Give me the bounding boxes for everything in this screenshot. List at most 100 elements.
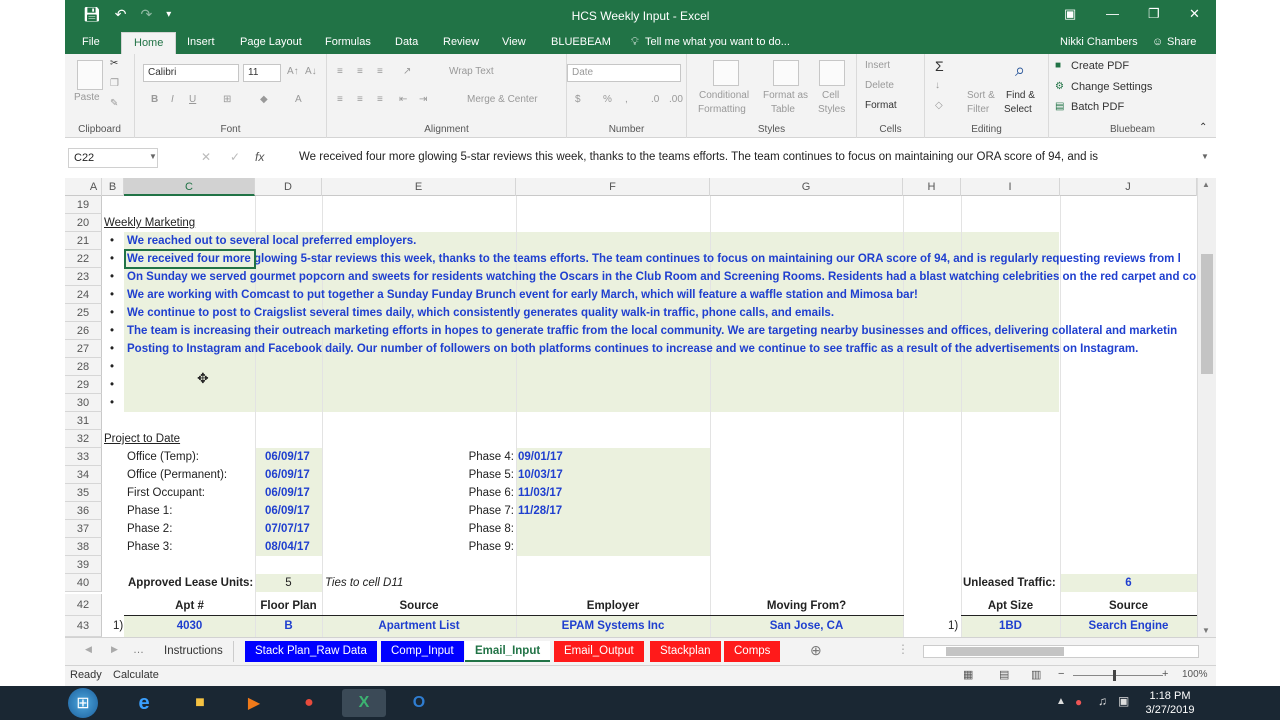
user-name[interactable]: Nikki Chambers [1060, 36, 1138, 48]
share-button[interactable]: Share [1167, 36, 1196, 48]
increase-indent-icon[interactable]: ⇥ [419, 94, 427, 105]
header-moving-from[interactable]: Moving From? [710, 597, 903, 615]
zoom-slider[interactable] [1073, 675, 1163, 676]
merge-center-button[interactable]: Merge & Center [467, 94, 538, 105]
cancel-icon[interactable]: ✕ [201, 150, 211, 164]
marketing-item[interactable]: We are working with Comcast to put toget… [127, 286, 918, 304]
row-header-28[interactable]: 28 [65, 358, 102, 376]
clock[interactable]: 1:18 PM 3/27/2019 [1140, 689, 1200, 717]
project-date[interactable]: 06/09/17 [265, 448, 310, 466]
project-date[interactable]: 08/04/17 [265, 538, 310, 556]
row-number-2[interactable]: 1) [948, 617, 958, 635]
marketing-item[interactable]: Posting to Instagram and Facebook daily.… [127, 340, 1138, 358]
phase-date[interactable]: 11/03/17 [518, 484, 562, 502]
cell-source-2[interactable]: Search Engine [1060, 617, 1197, 635]
zoom-out-icon[interactable]: − [1058, 668, 1064, 680]
phase-date[interactable]: 09/01/17 [518, 448, 563, 466]
row-header-21[interactable]: 21 [65, 232, 102, 250]
filter-label[interactable]: Filter [967, 104, 989, 115]
chrome-icon[interactable]: ● [287, 689, 331, 717]
cut-icon[interactable]: ✂ [110, 58, 118, 69]
increase-decimal-icon[interactable]: .0 [651, 94, 659, 105]
volume-icon[interactable]: ♫ [1098, 694, 1107, 708]
row-header-26[interactable]: 26 [65, 322, 102, 340]
clear-icon[interactable]: ◇ [935, 100, 943, 111]
project-label[interactable]: Phase 2: [127, 520, 172, 538]
row-header-40[interactable]: 40 [65, 574, 102, 592]
borders-icon[interactable]: ⊞ [223, 94, 231, 105]
zoom-level[interactable]: 100% [1182, 669, 1208, 680]
font-name-select[interactable]: Calibri [143, 64, 239, 82]
align-left-icon[interactable]: ≡ [337, 94, 343, 105]
decrease-decimal-icon[interactable]: .00 [669, 94, 683, 105]
sheet-tab-comp-input[interactable]: Comp_Input [381, 641, 464, 662]
tray-icon[interactable]: ● [1075, 695, 1082, 709]
align-bottom-icon[interactable]: ≡ [377, 66, 383, 77]
sheet-tab-email-output[interactable]: Email_Output [554, 641, 644, 662]
column-header-g[interactable]: G [710, 178, 903, 196]
media-player-icon[interactable]: ▶ [232, 689, 276, 717]
row-header-33[interactable]: 33 [65, 448, 102, 466]
column-header-e[interactable]: E [322, 178, 516, 196]
cell-floor-plan[interactable]: B [255, 617, 322, 635]
change-settings-button[interactable]: Change Settings [1071, 81, 1152, 93]
row-header-23[interactable]: 23 [65, 268, 102, 286]
cell-label[interactable]: Cell [822, 90, 839, 101]
find-label[interactable]: Find & [1006, 90, 1035, 101]
prev-sheet-icon[interactable]: ◀ [85, 644, 92, 655]
internet-explorer-icon[interactable]: e [122, 689, 166, 717]
grow-font-icon[interactable]: A↑ [287, 66, 299, 77]
name-box-dropdown-icon[interactable]: ▼ [149, 152, 157, 161]
tab-split-icon[interactable]: ⋮ [897, 642, 909, 656]
tab-bluebeam[interactable]: BLUEBEAM [551, 36, 611, 48]
number-format-select[interactable]: Date [567, 64, 681, 82]
row-header-35[interactable]: 35 [65, 484, 102, 502]
file-explorer-icon[interactable]: ■ [178, 689, 222, 717]
more-sheets-icon[interactable]: … [133, 644, 144, 656]
shrink-font-icon[interactable]: A↓ [305, 66, 317, 77]
italic-icon[interactable]: I [171, 94, 174, 105]
align-right-icon[interactable]: ≡ [377, 94, 383, 105]
cell-apt-size[interactable]: 1BD [961, 617, 1060, 635]
row-header-42[interactable]: 42 [65, 594, 102, 616]
add-sheet-icon[interactable]: ⊕ [810, 642, 822, 659]
project-label[interactable]: Phase 1: [127, 502, 172, 520]
tab-data[interactable]: Data [395, 36, 418, 48]
cell-styles-icon[interactable] [819, 60, 845, 86]
align-top-icon[interactable]: ≡ [337, 66, 343, 77]
find-icon[interactable]: ⌕ [1015, 60, 1025, 81]
bold-icon[interactable]: B [151, 94, 158, 105]
tab-review[interactable]: Review [443, 36, 479, 48]
row-header-22[interactable]: 22 [65, 250, 102, 268]
row-header-43[interactable]: 43 [65, 616, 102, 637]
sheet-tab-instructions[interactable]: Instructions [154, 641, 234, 662]
unleased-traffic-label[interactable]: Unleased Traffic: [963, 574, 1056, 592]
enter-icon[interactable]: ✓ [230, 150, 240, 164]
format-painter-icon[interactable]: ✎ [110, 98, 118, 109]
wrap-text-button[interactable]: Wrap Text [449, 66, 494, 77]
percent-icon[interactable]: % [603, 94, 612, 105]
marketing-item-selected[interactable]: We received four more glowing 5-star rev… [127, 250, 1197, 268]
scroll-down-icon[interactable]: ▼ [1202, 626, 1210, 635]
font-color-icon[interactable]: A [295, 94, 302, 105]
decrease-indent-icon[interactable]: ⇤ [399, 94, 407, 105]
tell-me-box[interactable]: Tell me what you want to do... [645, 36, 790, 48]
column-header-j[interactable]: J [1060, 178, 1197, 196]
cell-moving-from[interactable]: San Jose, CA [710, 617, 903, 635]
normal-view-icon[interactable]: ▦ [963, 668, 973, 681]
marketing-item[interactable]: On Sunday we served gourmet popcorn and … [127, 268, 1197, 286]
row-number[interactable]: 1) [113, 617, 123, 635]
column-header-i[interactable]: I [961, 178, 1060, 196]
scroll-thumb[interactable] [1201, 254, 1213, 374]
format-cells-button[interactable]: Format [865, 100, 897, 111]
sort-label[interactable]: Sort & [967, 90, 995, 101]
row-header-38[interactable]: 38 [65, 538, 102, 556]
phase-label[interactable]: Phase 4: [445, 448, 514, 466]
row-header-19[interactable]: 19 [65, 196, 102, 214]
cell-employer[interactable]: EPAM Systems Inc [516, 617, 710, 635]
column-header-d[interactable]: D [255, 178, 322, 196]
outlook-icon[interactable]: O [397, 689, 441, 717]
marketing-item[interactable]: The team is increasing their outreach ma… [127, 322, 1197, 340]
row-header-27[interactable]: 27 [65, 340, 102, 358]
project-heading[interactable]: Project to Date [104, 430, 180, 448]
